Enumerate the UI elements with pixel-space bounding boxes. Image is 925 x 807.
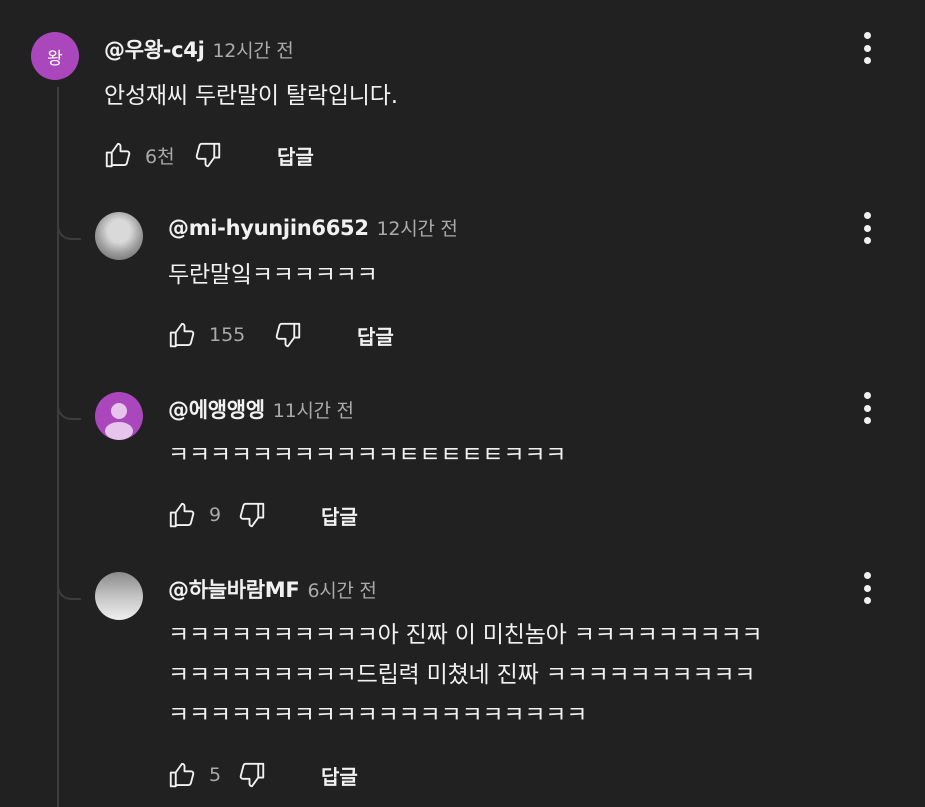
comment-actions: 155 답글 — [165, 315, 394, 355]
comment-timestamp[interactable]: 11시간 전 — [273, 396, 354, 423]
default-user-icon — [105, 403, 133, 440]
reply-connector — [57, 388, 81, 420]
comment-actions: 6천 답글 — [101, 135, 314, 175]
comment-author[interactable]: @하늘바람MF — [168, 574, 300, 604]
comment-timestamp[interactable]: 6시간 전 — [307, 576, 376, 603]
comment-actions: 5 답글 — [165, 755, 358, 795]
more-vertical-icon[interactable] — [857, 568, 877, 608]
comment-actions: 9 답글 — [165, 495, 358, 535]
comment-author[interactable]: @mi-hyunjin6652 — [168, 216, 369, 240]
thumbs-down-icon[interactable] — [235, 498, 269, 532]
reply-button[interactable]: 답글 — [321, 761, 358, 790]
thumbs-up-icon[interactable] — [165, 318, 199, 352]
reply-button[interactable]: 답글 — [277, 141, 314, 170]
thumbs-down-icon[interactable] — [235, 758, 269, 792]
comment-timestamp[interactable]: 12시간 전 — [377, 214, 458, 241]
reply-thread-line — [57, 87, 59, 807]
thumbs-down-icon[interactable] — [191, 138, 225, 172]
like-count: 5 — [209, 764, 222, 786]
comment-text: 두란말잌ㅋㅋㅋㅋㅋㅋ — [168, 262, 378, 288]
like-count: 155 — [209, 324, 246, 346]
comment-text: 안성재씨 두란말이 탈락입니다. — [104, 83, 398, 109]
thumbs-up-icon[interactable] — [101, 138, 135, 172]
avatar[interactable] — [95, 212, 143, 260]
thumbs-up-icon[interactable] — [165, 758, 199, 792]
more-vertical-icon[interactable] — [857, 28, 877, 68]
reply-connector — [57, 208, 81, 240]
comment-timestamp[interactable]: 12시간 전 — [213, 36, 294, 63]
avatar[interactable] — [95, 572, 143, 620]
thumbs-down-icon[interactable] — [271, 318, 305, 352]
comment-author[interactable]: @우왕-c4j — [104, 34, 205, 64]
more-vertical-icon[interactable] — [857, 388, 877, 428]
reply-connector — [57, 568, 81, 600]
comment-author[interactable]: @에앵앵엥 — [168, 394, 265, 424]
thumbs-up-icon[interactable] — [165, 498, 199, 532]
comment-text: ㅋㅋㅋㅋㅋㅋㅋㅋㅋㅋㅋㅌㅌㅌㅌㅌㅋㅋㅋ — [168, 442, 567, 468]
like-count: 6천 — [145, 145, 175, 168]
comment-text: ㅋㅋㅋㅋㅋㅋㅋㅋㅋㅋ아 진짜 이 미친놈아 ㅋㅋㅋㅋㅋㅋㅋㅋㅋ ㅋㅋㅋㅋㅋㅋㅋㅋ… — [168, 622, 763, 728]
avatar[interactable] — [95, 392, 143, 440]
more-vertical-icon[interactable] — [857, 208, 877, 248]
reply-button[interactable]: 답글 — [321, 501, 358, 530]
avatar-initial: 왕 — [47, 48, 63, 69]
avatar[interactable]: 왕 — [31, 32, 79, 80]
reply-button[interactable]: 답글 — [357, 321, 394, 350]
like-count: 9 — [209, 504, 222, 526]
